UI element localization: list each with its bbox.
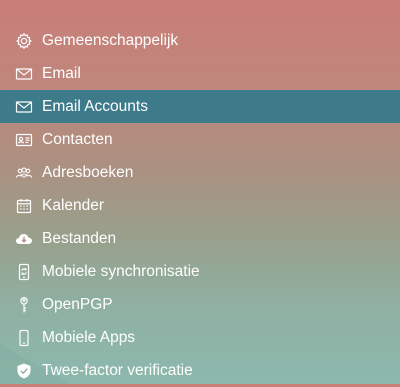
cloud-download-icon	[15, 230, 33, 248]
sidebar-item-label: OpenPGP	[42, 296, 113, 313]
sidebar-item-contacten[interactable]: Contacten	[0, 123, 400, 156]
sidebar-item-label: Bestanden	[42, 230, 117, 247]
sidebar-item-mobiele-apps[interactable]: Mobiele Apps	[0, 321, 400, 354]
sidebar-item-email-accounts[interactable]: Email Accounts	[0, 90, 400, 123]
sidebar-item-label: Adresboeken	[42, 164, 134, 181]
sidebar-item-label: Twee-factor verificatie	[42, 362, 193, 379]
sidebar-item-email[interactable]: Email	[0, 57, 400, 90]
sidebar-item-mobiele-synchronisatie[interactable]: Mobiele synchronisatie	[0, 255, 400, 288]
calendar-icon	[15, 197, 33, 215]
people-icon	[15, 164, 33, 182]
sidebar-item-label: Email Accounts	[42, 98, 148, 115]
key-icon	[15, 296, 33, 314]
sidebar-item-label: Contacten	[42, 131, 113, 148]
sidebar-item-adresboeken[interactable]: Adresboeken	[0, 156, 400, 189]
sidebar-item-bestanden[interactable]: Bestanden	[0, 222, 400, 255]
sidebar-item-openpgp[interactable]: OpenPGP	[0, 288, 400, 321]
sidebar-item-label: Kalender	[42, 197, 105, 214]
contact-card-icon	[15, 131, 33, 149]
sidebar-item-twee-factor-verificatie[interactable]: Twee-factor verificatie	[0, 354, 400, 387]
sidebar-item-label: Gemeenschappelijk	[42, 32, 179, 49]
shield-icon	[15, 362, 33, 380]
mobile-sync-icon	[15, 263, 33, 281]
mobile-phone-icon	[15, 329, 33, 347]
gear-icon	[15, 32, 33, 50]
sidebar-item-label: Email	[42, 65, 81, 82]
sidebar-item-label: Mobiele Apps	[42, 329, 136, 346]
settings-sidebar: Gemeenschappelijk Email Email Accounts C…	[0, 24, 400, 387]
sidebar-item-label: Mobiele synchronisatie	[42, 263, 200, 280]
sidebar-item-kalender[interactable]: Kalender	[0, 189, 400, 222]
envelope-icon	[15, 65, 33, 83]
envelope-icon	[15, 98, 33, 116]
sidebar-item-gemeenschappelijk[interactable]: Gemeenschappelijk	[0, 24, 400, 57]
